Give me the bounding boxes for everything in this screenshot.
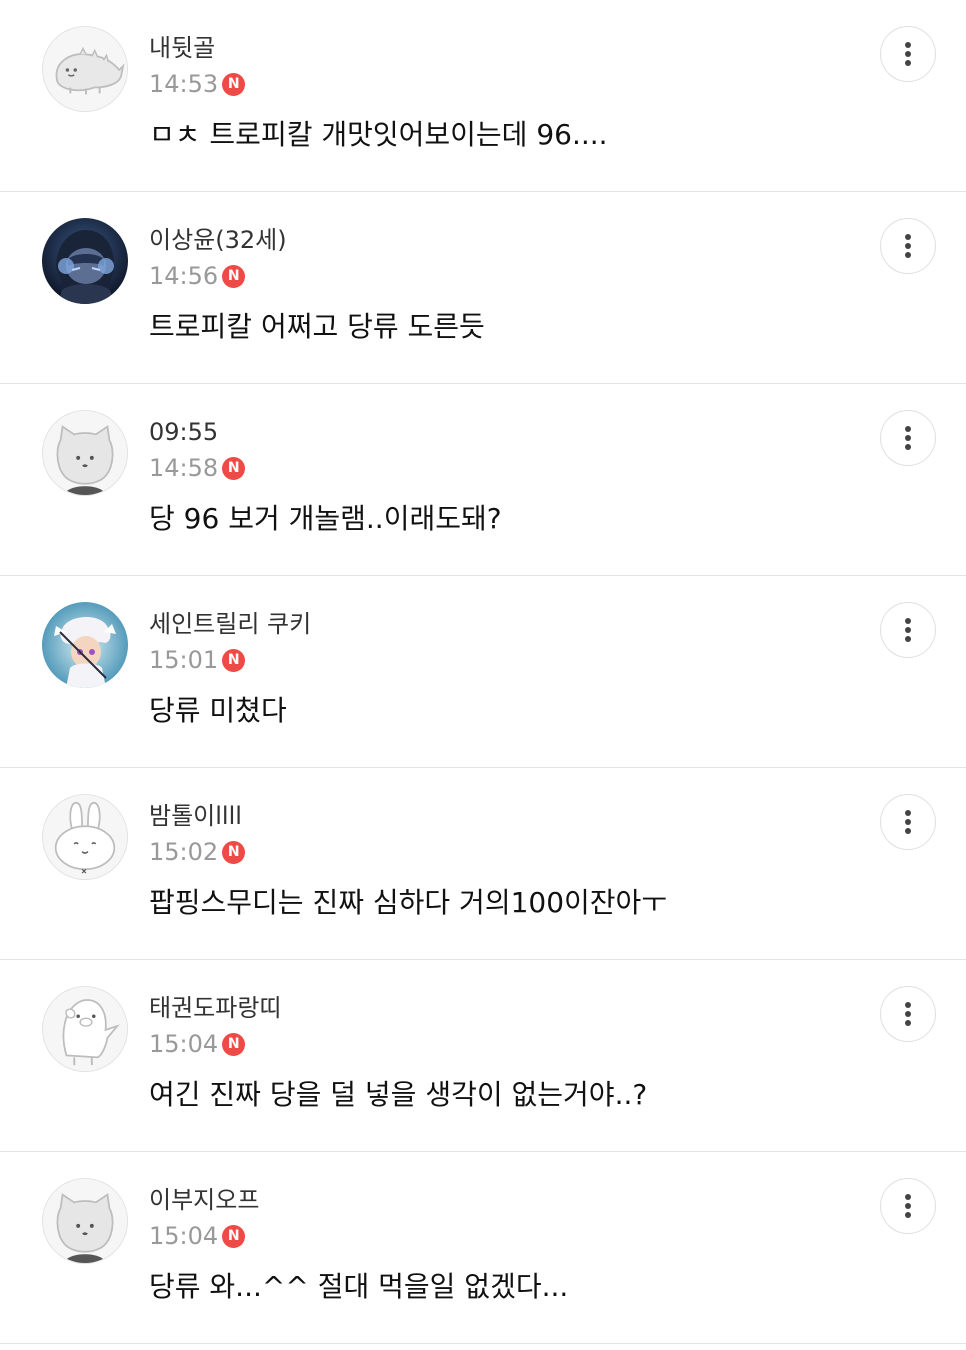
more-options-button[interactable] xyxy=(880,410,936,466)
new-badge: N xyxy=(222,1224,246,1248)
comment-item: 내뒷골 14:53 N ㅁㅊ 트로피칼 개맛잇어보이는데 96.... xyxy=(0,0,966,192)
cookie-character-avatar-icon xyxy=(42,602,128,688)
comment-item: 이상윤(32세) 14:56 N 트로피칼 어쩌고 당류 도른듯 xyxy=(0,192,966,384)
comment-item: 이부지오프 15:04 N 당류 와...^^ 절대 먹을일 없겠다... xyxy=(0,1152,966,1344)
comment-time: 15:04 xyxy=(149,1030,219,1058)
comment-nickname[interactable]: 이상윤(32세) xyxy=(149,224,287,256)
comment-nickname[interactable]: 09:55 xyxy=(149,416,218,448)
more-vertical-icon xyxy=(905,618,911,642)
comment-time: 15:01 xyxy=(149,646,219,674)
comment-meta: 15:04 N xyxy=(149,1220,246,1252)
comment-item: 밤톨이llll 15:02 N 팝핑스무디는 진짜 심하다 거의100이잔아ㅜ xyxy=(0,768,966,960)
new-badge: N xyxy=(222,840,246,864)
comment-nickname[interactable]: 이부지오프 xyxy=(149,1184,259,1216)
more-vertical-icon xyxy=(905,810,911,834)
comment-item: 세인트릴리 쿠키 15:01 N 당류 미쳤다 xyxy=(0,576,966,768)
more-options-button[interactable] xyxy=(880,794,936,850)
more-options-button[interactable] xyxy=(880,218,936,274)
more-options-button[interactable] xyxy=(880,1178,936,1234)
comment-nickname[interactable]: 태권도파랑띠 xyxy=(149,992,281,1024)
comment-time: 14:53 xyxy=(149,70,219,98)
new-badge: N xyxy=(222,456,246,480)
cat-avatar-icon xyxy=(43,1179,127,1263)
comment-nickname[interactable]: 밤톨이llll xyxy=(149,800,242,832)
comment-meta: 15:02 N xyxy=(149,836,246,868)
cat-avatar-icon xyxy=(43,411,127,495)
more-vertical-icon xyxy=(905,1002,911,1026)
new-badge: N xyxy=(222,648,246,672)
dino-avatar-icon xyxy=(43,27,127,111)
comment-item: 태권도파랑띠 15:04 N 여긴 진짜 당을 덜 넣을 생각이 없는거야..? xyxy=(0,960,966,1152)
comment-text: 당류 미쳤다 xyxy=(149,694,287,727)
comment-meta: 14:53 N xyxy=(149,68,246,100)
comment-meta: 14:56 N xyxy=(149,260,246,292)
more-vertical-icon xyxy=(905,234,911,258)
comment-meta: 14:58 N xyxy=(149,452,246,484)
more-options-button[interactable] xyxy=(880,986,936,1042)
more-options-button[interactable] xyxy=(880,26,936,82)
comment-text: 트로피칼 어쩌고 당류 도른듯 xyxy=(149,310,485,343)
new-badge: N xyxy=(222,72,246,96)
avatar[interactable] xyxy=(42,1178,128,1264)
comment-meta: 15:04 N xyxy=(149,1028,246,1060)
comment-time: 15:04 xyxy=(149,1222,219,1250)
avatar[interactable] xyxy=(42,26,128,112)
avatar[interactable] xyxy=(42,218,128,304)
new-badge: N xyxy=(222,1032,246,1056)
comment-text: 팝핑스무디는 진짜 심하다 거의100이잔아ㅜ xyxy=(149,886,668,919)
avatar[interactable] xyxy=(42,410,128,496)
more-options-button[interactable] xyxy=(880,602,936,658)
comment-meta: 15:01 N xyxy=(149,644,246,676)
comment-list: 내뒷골 14:53 N ㅁㅊ 트로피칼 개맛잇어보이는데 96.... 이상윤(… xyxy=(0,0,966,1344)
comment-nickname[interactable]: 내뒷골 xyxy=(149,32,215,64)
comment-time: 14:58 xyxy=(149,454,219,482)
comment-time: 15:02 xyxy=(149,838,219,866)
more-vertical-icon xyxy=(905,42,911,66)
comment-time: 14:56 xyxy=(149,262,219,290)
comment-text: ㅁㅊ 트로피칼 개맛잇어보이는데 96.... xyxy=(149,118,608,151)
more-vertical-icon xyxy=(905,426,911,450)
comment-text: 당 96 보거 개놀램..이래도돼? xyxy=(149,502,502,535)
rabbit-avatar-icon xyxy=(43,795,127,879)
comment-item: 09:55 14:58 N 당 96 보거 개놀램..이래도돼? xyxy=(0,384,966,576)
avatar[interactable] xyxy=(42,602,128,688)
avatar[interactable] xyxy=(42,794,128,880)
anime-headset-avatar-icon xyxy=(42,218,128,304)
more-vertical-icon xyxy=(905,1194,911,1218)
comment-text: 당류 와...^^ 절대 먹을일 없겠다... xyxy=(149,1270,569,1303)
comment-text: 여긴 진짜 당을 덜 넣을 생각이 없는거야..? xyxy=(149,1078,648,1111)
penguin-avatar-icon xyxy=(43,987,127,1071)
avatar[interactable] xyxy=(42,986,128,1072)
comment-nickname[interactable]: 세인트릴리 쿠키 xyxy=(149,608,311,640)
new-badge: N xyxy=(222,264,246,288)
